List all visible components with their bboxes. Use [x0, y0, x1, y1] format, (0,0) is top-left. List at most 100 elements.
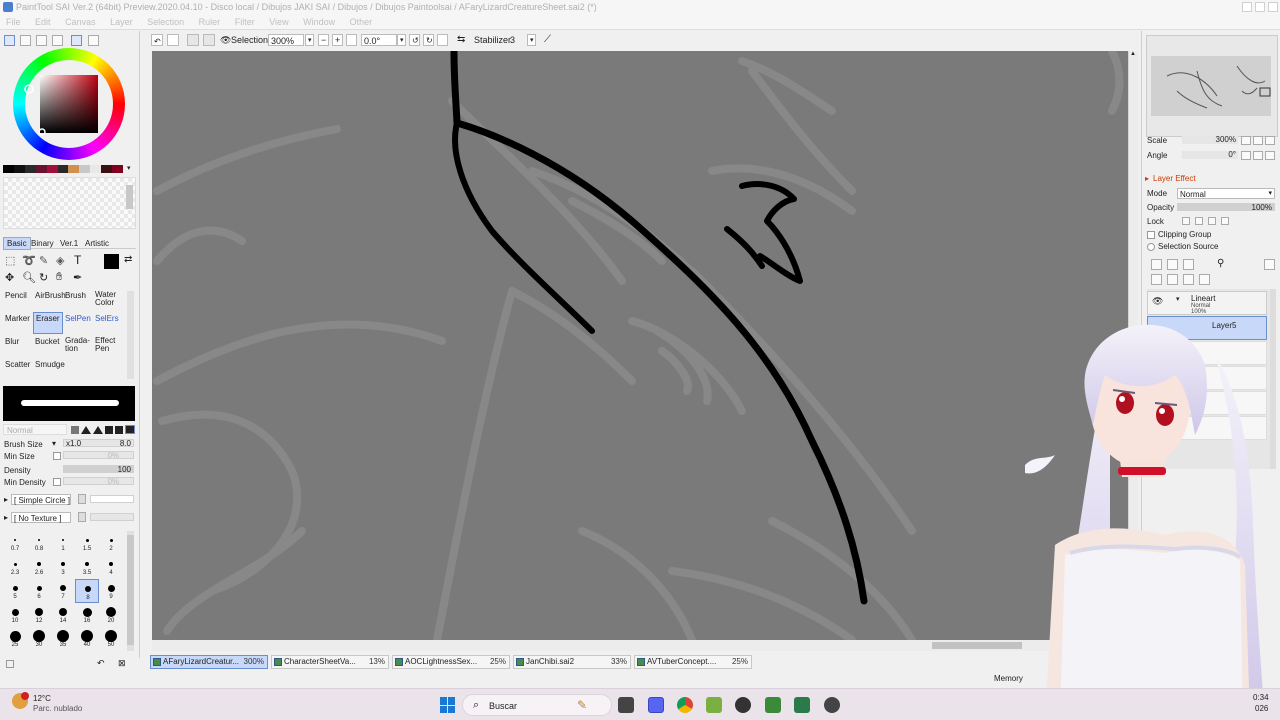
color-history-strip[interactable]: [3, 165, 123, 173]
tab-binary[interactable]: Binary: [31, 239, 54, 248]
clock-time[interactable]: 0:34: [1253, 693, 1269, 702]
menu-file[interactable]: File: [0, 14, 27, 30]
search-box[interactable]: ⌕ Buscar ✎: [462, 694, 612, 716]
horizontal-scroll-thumb[interactable]: [932, 642, 1022, 649]
brush-size-preset[interactable]: 3: [51, 555, 75, 579]
brush-size-dropdown-icon[interactable]: ▾: [52, 439, 56, 448]
doc-tab[interactable]: AFaryLizardCreatur... 300%: [150, 655, 268, 669]
angle-reset-button[interactable]: [1265, 151, 1275, 160]
tool-airbrush[interactable]: AirBrush: [33, 289, 66, 311]
brush-shape-select[interactable]: [ Simple Circle ]: [11, 494, 71, 505]
rotate-cw-button[interactable]: ↻: [423, 34, 434, 46]
rgb-slider-icon[interactable]: [20, 35, 31, 46]
lasso-icon[interactable]: ➰: [22, 254, 36, 267]
brush-size-preset[interactable]: 10: [3, 603, 27, 627]
merge-down-icon[interactable]: [1167, 274, 1178, 285]
app-link-icon[interactable]: [735, 697, 751, 713]
brush-size-preset[interactable]: 20: [99, 603, 123, 627]
eye-icon[interactable]: 👁︎: [220, 34, 231, 46]
zoom-dropdown-button[interactable]: ▾: [305, 34, 314, 46]
tool-selers[interactable]: SelErs: [93, 312, 125, 334]
brush-size-preset[interactable]: 3.5: [75, 555, 99, 579]
lock-paint-button[interactable]: [1195, 217, 1203, 225]
reset-icon[interactable]: [6, 660, 14, 668]
min-size-checkbox[interactable]: [53, 452, 61, 460]
zoom-reset-button[interactable]: [346, 34, 357, 46]
zoom-tool-icon[interactable]: 🔍︎: [22, 271, 36, 284]
scale-reset-button[interactable]: [1265, 136, 1275, 145]
clock-date[interactable]: 026: [1255, 704, 1268, 713]
scale-zoom-in-button[interactable]: [1253, 136, 1263, 145]
brush-size-preset[interactable]: 16: [75, 603, 99, 627]
brush-size-preset[interactable]: 7: [51, 579, 75, 603]
tab-ver1[interactable]: Ver.1: [60, 239, 78, 248]
size-grid-scrollbar[interactable]: [127, 531, 134, 651]
clipping-group-checkbox[interactable]: [1147, 231, 1155, 239]
tool-brush[interactable]: Brush: [63, 289, 93, 311]
copy-layer-icon[interactable]: [1151, 274, 1162, 285]
menu-edit[interactable]: Edit: [29, 14, 57, 30]
doc-tab[interactable]: AVTuberConcept.... 25%: [634, 655, 752, 669]
obs-icon[interactable]: [824, 697, 840, 713]
stabilizer-field[interactable]: 3: [510, 34, 528, 46]
brush-size-preset[interactable]: 2: [99, 531, 123, 555]
select-rect-icon[interactable]: ⬚: [5, 254, 15, 267]
palette-dropdown-icon[interactable]: ▾: [127, 164, 131, 172]
brush-size-slider[interactable]: x1.0 8.0: [63, 439, 134, 448]
hand-tool-icon[interactable]: ✋︎: [56, 271, 62, 284]
tool-eraser[interactable]: Eraser: [33, 312, 63, 334]
brush-size-preset[interactable]: 35: [51, 627, 75, 651]
brush-size-preset[interactable]: 4: [99, 555, 123, 579]
deselect-button[interactable]: [187, 34, 199, 46]
delete-layer-icon[interactable]: [1199, 274, 1210, 285]
windows-start-icon[interactable]: [440, 697, 456, 713]
new-pen-layer-icon[interactable]: [1167, 259, 1178, 270]
brush-size-preset[interactable]: 2.6: [27, 555, 51, 579]
angle-cw-button[interactable]: [1253, 151, 1263, 160]
tool-effect-pen[interactable]: Effect Pen: [93, 335, 125, 357]
minimize-button[interactable]: [1242, 2, 1252, 12]
menu-window[interactable]: Window: [297, 14, 341, 30]
rotate-reset-button[interactable]: [437, 34, 448, 46]
clear-layer-icon[interactable]: [1183, 274, 1194, 285]
lock-all-button[interactable]: [1221, 217, 1229, 225]
magic-wand-icon[interactable]: ✎: [39, 254, 48, 267]
new-layer-icon[interactable]: [1151, 259, 1162, 270]
weather-desc[interactable]: Parc. nublado: [33, 704, 82, 713]
brush-size-preset[interactable]: 25: [3, 627, 27, 651]
doc-tab[interactable]: CharacterSheetVa... 13%: [271, 655, 389, 669]
opacity-slider[interactable]: 100%: [1177, 203, 1275, 212]
swap-color-icon[interactable]: ⇄: [124, 254, 132, 265]
color-wheel-mode-icon[interactable]: [4, 35, 15, 46]
texture-dropdown-button[interactable]: [78, 512, 86, 522]
brush-size-preset[interactable]: 50: [99, 627, 123, 651]
lock-move-button[interactable]: [1208, 217, 1216, 225]
tool-selpen[interactable]: SelPen: [63, 312, 93, 334]
rotation-dropdown-button[interactable]: ▾: [397, 34, 406, 46]
temperature[interactable]: 12°C: [33, 694, 51, 703]
chrome-icon[interactable]: [677, 697, 693, 713]
invert-selection-button[interactable]: [203, 34, 215, 46]
brush-size-preset[interactable]: 5: [3, 579, 27, 603]
minecraft-icon[interactable]: [765, 697, 781, 713]
zoom-field[interactable]: 300%: [268, 34, 304, 46]
close-button[interactable]: [1268, 2, 1278, 12]
drawing-canvas[interactable]: [152, 51, 1128, 640]
rotate-tool-icon[interactable]: ↻: [39, 271, 48, 284]
brush-size-preset[interactable]: 1: [51, 531, 75, 555]
brush-size-preset[interactable]: 12: [27, 603, 51, 627]
redo-button[interactable]: [167, 34, 179, 46]
swatches-icon[interactable]: [71, 35, 82, 46]
brush-texture-select[interactable]: [ No Texture ]: [11, 512, 71, 523]
shape-expand-icon[interactable]: ▸: [4, 495, 8, 504]
brush-size-preset[interactable]: 0.7: [3, 531, 27, 555]
eyedropper-icon[interactable]: ✒: [73, 271, 82, 284]
scroll-up-icon[interactable]: ▲: [1130, 51, 1136, 57]
move-tool-icon[interactable]: ✥: [5, 271, 14, 284]
tool-pencil[interactable]: Pencil: [3, 289, 33, 311]
app-crown-icon[interactable]: [794, 697, 810, 713]
blend-mode-select[interactable]: Normal: [3, 424, 67, 435]
color-wheel[interactable]: [13, 48, 125, 160]
rotation-field[interactable]: 0.0°: [361, 34, 397, 46]
menu-layer[interactable]: Layer: [104, 14, 139, 30]
